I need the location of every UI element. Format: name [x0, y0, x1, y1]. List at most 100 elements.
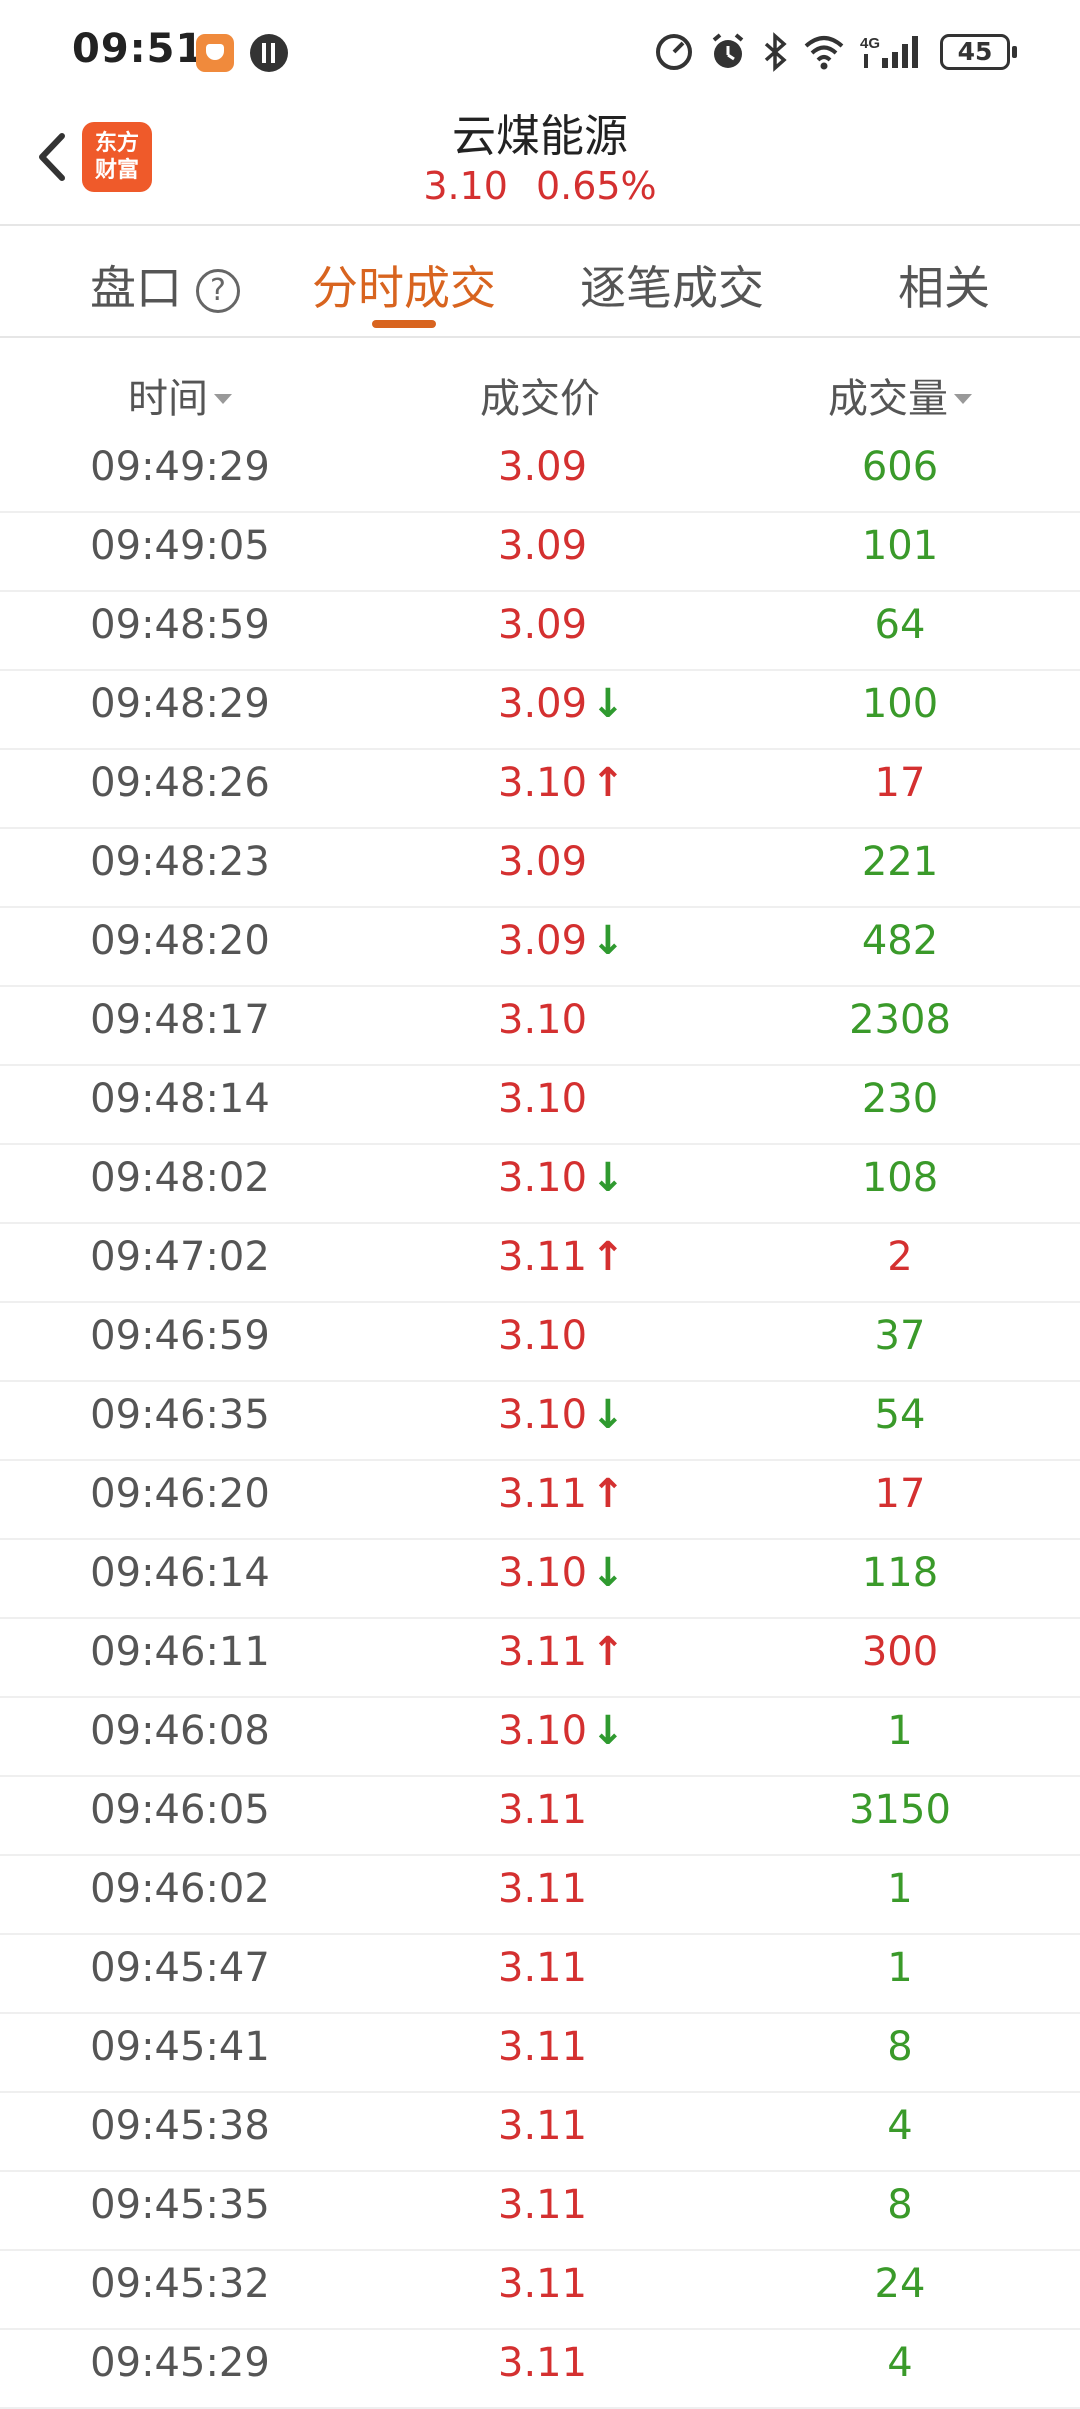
- table-row: 09:45:35 3.11 8: [0, 2172, 1080, 2251]
- trade-volume: 8: [887, 2182, 913, 2228]
- active-tab-indicator: [372, 320, 436, 328]
- tab-related[interactable]: 相关: [898, 252, 990, 318]
- trade-time: 09:46:11: [90, 1629, 270, 1675]
- trade-price-value: 3.09: [498, 839, 588, 885]
- arrow-up-icon: ↑: [591, 1629, 625, 1675]
- table-row: 09:48:26 3.10 ↑ 17: [0, 750, 1080, 829]
- table-row: 09:48:14 3.10 230: [0, 1066, 1080, 1145]
- trade-time: 09:48:23: [90, 839, 270, 885]
- trade-time: 09:45:41: [90, 2024, 270, 2070]
- trade-price-value: 3.10: [498, 1076, 588, 1122]
- trade-volume: 2: [887, 1234, 913, 1280]
- trade-volume: 606: [861, 444, 939, 490]
- tab-label: 盘口: [90, 261, 182, 315]
- table-row: 09:47:02 3.11 ↑ 2: [0, 1224, 1080, 1303]
- arrow-down-icon: ↓: [591, 918, 625, 964]
- tab-fenshi[interactable]: 分时成交: [312, 252, 496, 318]
- trade-volume: 1: [887, 1945, 913, 1991]
- col-time-header[interactable]: 时间: [0, 366, 360, 424]
- help-icon[interactable]: ?: [196, 269, 240, 313]
- arrow-down-icon: ↓: [591, 1392, 625, 1438]
- trade-price: 3.11: [498, 2261, 587, 2307]
- trade-price: 3.11: [498, 1866, 587, 1912]
- trade-time: 09:48:02: [90, 1155, 270, 1201]
- table-row: 09:49:29 3.09 606: [0, 434, 1080, 513]
- col-price-header: 成交价: [480, 376, 600, 422]
- trade-price: 3.11 ↑: [498, 1629, 625, 1675]
- trade-volume: 108: [861, 1155, 939, 1201]
- trade-price-value: 3.10: [498, 1708, 588, 1754]
- trade-price-value: 3.11: [498, 1471, 588, 1517]
- trade-price: 3.10 ↓: [498, 1708, 625, 1754]
- tab-pankou[interactable]: 盘口?: [90, 252, 240, 318]
- arrow-up-icon: ↑: [591, 760, 625, 806]
- trade-price: 3.11: [498, 2182, 587, 2228]
- table-row: 09:48:23 3.09 221: [0, 829, 1080, 908]
- trade-time: 09:46:08: [90, 1708, 270, 1754]
- trade-price-value: 3.10: [498, 1155, 588, 1201]
- sort-caret-icon: [214, 394, 232, 404]
- trade-time: 09:46:59: [90, 1313, 270, 1359]
- trade-price-value: 3.11: [498, 2182, 588, 2228]
- bluetooth-icon: [764, 32, 787, 72]
- trade-volume: 101: [861, 523, 939, 569]
- status-icons: 4G 45: [654, 28, 1017, 76]
- trade-price-value: 3.11: [498, 1234, 588, 1280]
- arrow-up-icon: ↑: [591, 1234, 625, 1280]
- arrow-up-icon: ↑: [591, 1471, 625, 1517]
- arrow-down-icon: ↓: [591, 1708, 625, 1754]
- trade-price-value: 3.09: [498, 523, 588, 569]
- trade-volume: 300: [861, 1629, 939, 1675]
- trade-volume: 230: [861, 1076, 939, 1122]
- trade-price-value: 3.09: [498, 602, 588, 648]
- trade-price-value: 3.10: [498, 1313, 588, 1359]
- trade-volume: 24: [874, 2261, 926, 2307]
- table-row: 09:46:20 3.11 ↑ 17: [0, 1461, 1080, 1540]
- trade-volume: 54: [874, 1392, 926, 1438]
- trade-price: 3.10: [498, 997, 587, 1043]
- table-row: 09:46:05 3.11 3150: [0, 1777, 1080, 1856]
- trade-price-value: 3.10: [498, 1550, 588, 1596]
- trade-price: 3.11: [498, 1787, 587, 1833]
- trade-time: 09:45:35: [90, 2182, 270, 2228]
- table-row: 09:46:14 3.10 ↓ 118: [0, 1540, 1080, 1619]
- trade-time: 09:49:29: [90, 444, 270, 490]
- table-header: 时间 成交价 成交量: [0, 338, 1080, 428]
- trade-time: 09:45:47: [90, 1945, 270, 1991]
- app-notification-icon-2: [250, 34, 288, 72]
- table-row: 09:49:05 3.09 101: [0, 513, 1080, 592]
- trade-volume: 64: [874, 602, 926, 648]
- table-row: 09:48:29 3.09 ↓ 100: [0, 671, 1080, 750]
- trade-volume: 2308: [849, 997, 951, 1043]
- table-row: 09:45:32 3.11 24: [0, 2251, 1080, 2330]
- table-row: 09:45:29 3.11 4: [0, 2330, 1080, 2409]
- trade-price: 3.11: [498, 1945, 587, 1991]
- tab-zhubi[interactable]: 逐笔成交: [580, 252, 764, 318]
- table-row: 09:45:47 3.11 1: [0, 1935, 1080, 2014]
- trade-volume: 3150: [849, 1787, 951, 1833]
- trade-price: 3.10 ↓: [498, 1155, 625, 1201]
- status-bar: 09:51 4G 45: [0, 0, 1080, 100]
- trade-volume: 4: [887, 2340, 913, 2386]
- col-volume-header[interactable]: 成交量: [760, 366, 1040, 424]
- trade-volume: 482: [861, 918, 939, 964]
- trade-price: 3.10: [498, 1313, 587, 1359]
- status-time: 09:51: [72, 26, 205, 72]
- trade-time: 09:45:29: [90, 2340, 270, 2386]
- trade-volume: 37: [874, 1313, 926, 1359]
- trade-list[interactable]: 09:49:29 3.09 606 09:49:05 3.09 101 09:48:59 3.…: [0, 434, 1080, 2409]
- trade-price-value: 3.11: [498, 1866, 588, 1912]
- trade-volume: 100: [861, 681, 939, 727]
- stock-header: 东方 财富 云煤能源 3.10 0.65%: [0, 100, 1080, 224]
- trade-time: 09:49:05: [90, 523, 270, 569]
- arrow-down-icon: ↓: [591, 681, 625, 727]
- trade-time: 09:46:05: [90, 1787, 270, 1833]
- trade-price: 3.09: [498, 602, 587, 648]
- app-notification-icon: [196, 34, 234, 72]
- trade-price-value: 3.11: [498, 1945, 588, 1991]
- trade-time: 09:48:20: [90, 918, 270, 964]
- speed-icon: [656, 34, 692, 70]
- alarm-icon: [712, 33, 744, 68]
- trade-volume: 118: [861, 1550, 939, 1596]
- trade-time: 09:48:26: [90, 760, 270, 806]
